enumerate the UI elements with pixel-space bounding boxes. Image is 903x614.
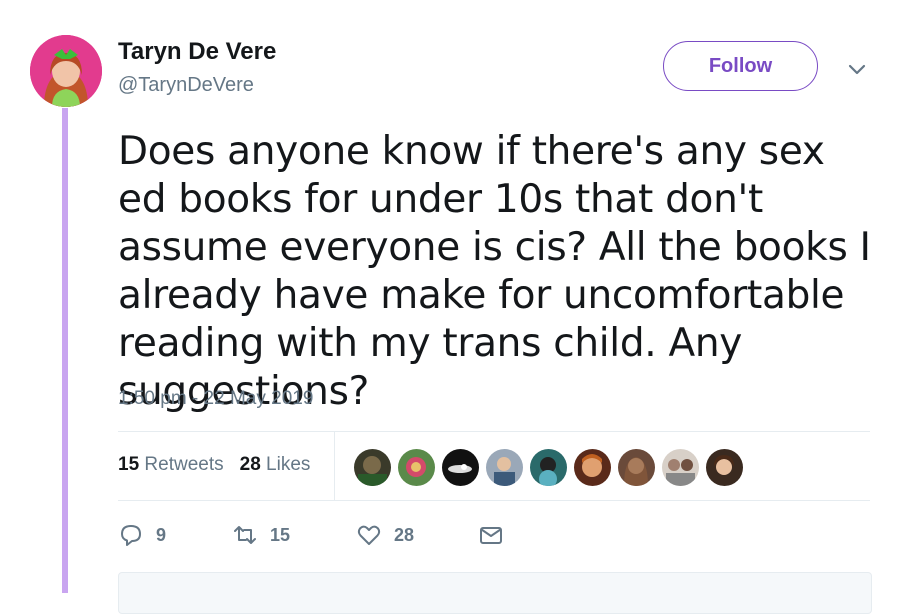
- likes-stat[interactable]: 28 Likes: [240, 454, 311, 476]
- retweet-icon: [234, 526, 257, 544]
- liker-avatar[interactable]: [530, 449, 567, 486]
- liker-avatar[interactable]: [398, 449, 435, 486]
- like-button[interactable]: 28: [356, 522, 414, 548]
- tweet-actions: 9 15 28: [118, 522, 504, 548]
- divider: [334, 432, 335, 500]
- reply-composer[interactable]: [118, 572, 872, 614]
- heart-icon: [357, 525, 381, 545]
- divider: [118, 500, 870, 501]
- avatar[interactable]: [30, 35, 102, 107]
- retweet-button[interactable]: 15: [232, 522, 290, 548]
- liker-avatar[interactable]: [618, 449, 655, 486]
- display-name[interactable]: Taryn De Vere: [118, 38, 276, 66]
- liker-avatar[interactable]: [706, 449, 743, 486]
- liker-avatar[interactable]: [662, 449, 699, 486]
- user-handle[interactable]: @TarynDeVere: [118, 74, 254, 97]
- message-icon: [480, 527, 503, 544]
- timestamp[interactable]: 1:50 pm - 22 May 2019: [118, 388, 313, 410]
- liker-avatar[interactable]: [486, 449, 523, 486]
- tweet-text: Does anyone know if there's any sex ed b…: [118, 129, 871, 414]
- engagement-stats: 15 Retweets 28 Likes: [118, 454, 310, 476]
- thread-line: [62, 108, 68, 593]
- liker-avatar[interactable]: [442, 449, 479, 486]
- reply-button[interactable]: 9: [118, 522, 166, 548]
- likers-avatars: [354, 449, 743, 486]
- direct-message-button[interactable]: [478, 522, 504, 548]
- liker-avatar[interactable]: [354, 449, 391, 486]
- follow-button[interactable]: Follow: [663, 41, 818, 91]
- chevron-down-icon[interactable]: [846, 58, 868, 80]
- retweets-stat[interactable]: 15 Retweets: [118, 454, 224, 476]
- liker-avatar[interactable]: [574, 449, 611, 486]
- reply-icon: [121, 525, 141, 546]
- divider: [118, 431, 870, 432]
